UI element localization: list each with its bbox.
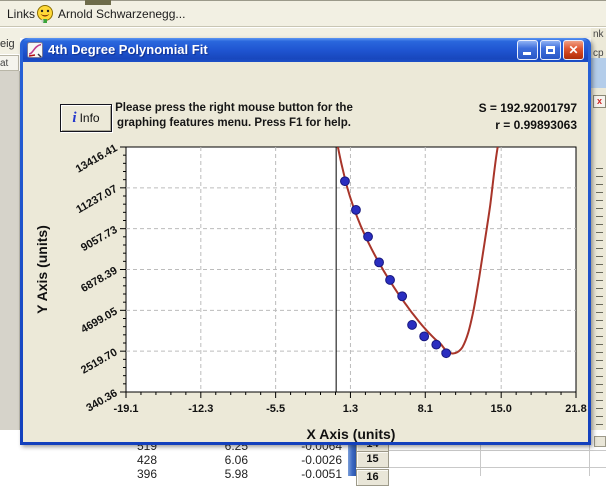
y-tick-label: 11237.07 xyxy=(74,183,119,216)
fit-statistics: S = 192.92001797 r = 0.99893063 xyxy=(479,100,577,134)
data-point xyxy=(408,321,417,330)
x-tick-label: -12.3 xyxy=(188,403,213,415)
toolbar-edge-fragment xyxy=(85,0,111,5)
grid-line xyxy=(389,467,606,468)
background-text-fragment-left: eig xyxy=(0,36,20,54)
y-tick-label: 4699.05 xyxy=(79,306,119,336)
y-tick-label: 2519.70 xyxy=(79,346,119,376)
x-tick-label: -19.1 xyxy=(113,403,138,415)
help-message-line1: Please press the right mouse button for … xyxy=(108,101,360,116)
data-point xyxy=(398,292,407,301)
curve-fit-plot-icon xyxy=(27,42,43,58)
table-cell: 5.98 xyxy=(178,467,248,481)
spreadsheet-row-header[interactable]: 15 xyxy=(356,451,389,468)
info-button[interactable]: i Info xyxy=(60,104,112,132)
x-axis-title: X Axis (units) xyxy=(307,426,396,442)
grid-line xyxy=(389,450,606,451)
x-tick-label: -5.5 xyxy=(266,403,285,415)
stat-s-value: S = 192.92001797 xyxy=(479,100,577,117)
dialog-client-area: i Info Please press the right mouse butto… xyxy=(23,62,588,442)
data-point xyxy=(432,340,441,349)
background-text-fragment-right-top: nk xyxy=(593,29,604,40)
table-cell: 428 xyxy=(87,453,157,467)
y-tick-label: 13416.41 xyxy=(74,142,120,175)
x-tick-label: 21.8 xyxy=(565,403,586,415)
dialog-title-bar[interactable]: 4th Degree Polynomial Fit ✕ xyxy=(23,38,588,62)
background-panel-left xyxy=(0,71,20,431)
x-tick-label: 15.0 xyxy=(490,403,511,415)
background-selection-band xyxy=(591,58,606,88)
table-cell: -0.0026 xyxy=(272,453,342,467)
maximize-icon[interactable] xyxy=(540,40,561,60)
dialog-title: 4th Degree Polynomial Fit xyxy=(48,42,208,57)
table-cell: 396 xyxy=(87,467,157,481)
minimize-icon[interactable] xyxy=(517,40,538,60)
data-point xyxy=(386,276,395,285)
chart-area[interactable]: -19.1-12.3-5.51.38.115.021.8340.362519.7… xyxy=(33,139,598,442)
links-bar-bookmark[interactable]: Arnold Schwarzenegg... xyxy=(58,7,185,21)
table-cell: 6.06 xyxy=(178,453,248,467)
data-point xyxy=(364,232,373,241)
table-cell: -0.0051 xyxy=(272,467,342,481)
links-toolbar-label: Links xyxy=(7,7,35,21)
data-point xyxy=(352,205,361,214)
data-point xyxy=(442,349,451,358)
smiley-buddy-icon xyxy=(36,4,54,24)
chart-svg[interactable]: -19.1-12.3-5.51.38.115.021.8340.362519.7… xyxy=(33,139,598,442)
data-point xyxy=(341,177,350,186)
x-tick-label: 1.3 xyxy=(343,403,358,415)
info-button-label: Info xyxy=(80,111,100,125)
y-axis-title: Y Axis (units) xyxy=(34,225,50,314)
polynomial-fit-dialog: 4th Degree Polynomial Fit ✕ i Info Please… xyxy=(20,38,591,445)
stat-r-value: r = 0.99893063 xyxy=(479,117,577,134)
help-message: Please press the right mouse button for … xyxy=(108,101,360,131)
data-point xyxy=(420,332,429,341)
x-tick-label: 8.1 xyxy=(418,403,433,415)
close-icon[interactable]: ✕ xyxy=(563,40,584,60)
background-close-button-fragment[interactable]: x xyxy=(593,95,606,108)
background-button-fragment-left: at xyxy=(0,55,19,71)
y-tick-label: 6878.39 xyxy=(79,265,119,295)
data-point xyxy=(375,258,384,267)
y-tick-label: 9057.73 xyxy=(79,224,119,254)
spreadsheet-row-header[interactable]: 16 xyxy=(356,469,389,486)
toolbar-lower-band xyxy=(0,28,606,38)
help-message-line2: graphing features menu. Press F1 for hel… xyxy=(108,116,360,131)
info-icon: i xyxy=(72,110,76,126)
